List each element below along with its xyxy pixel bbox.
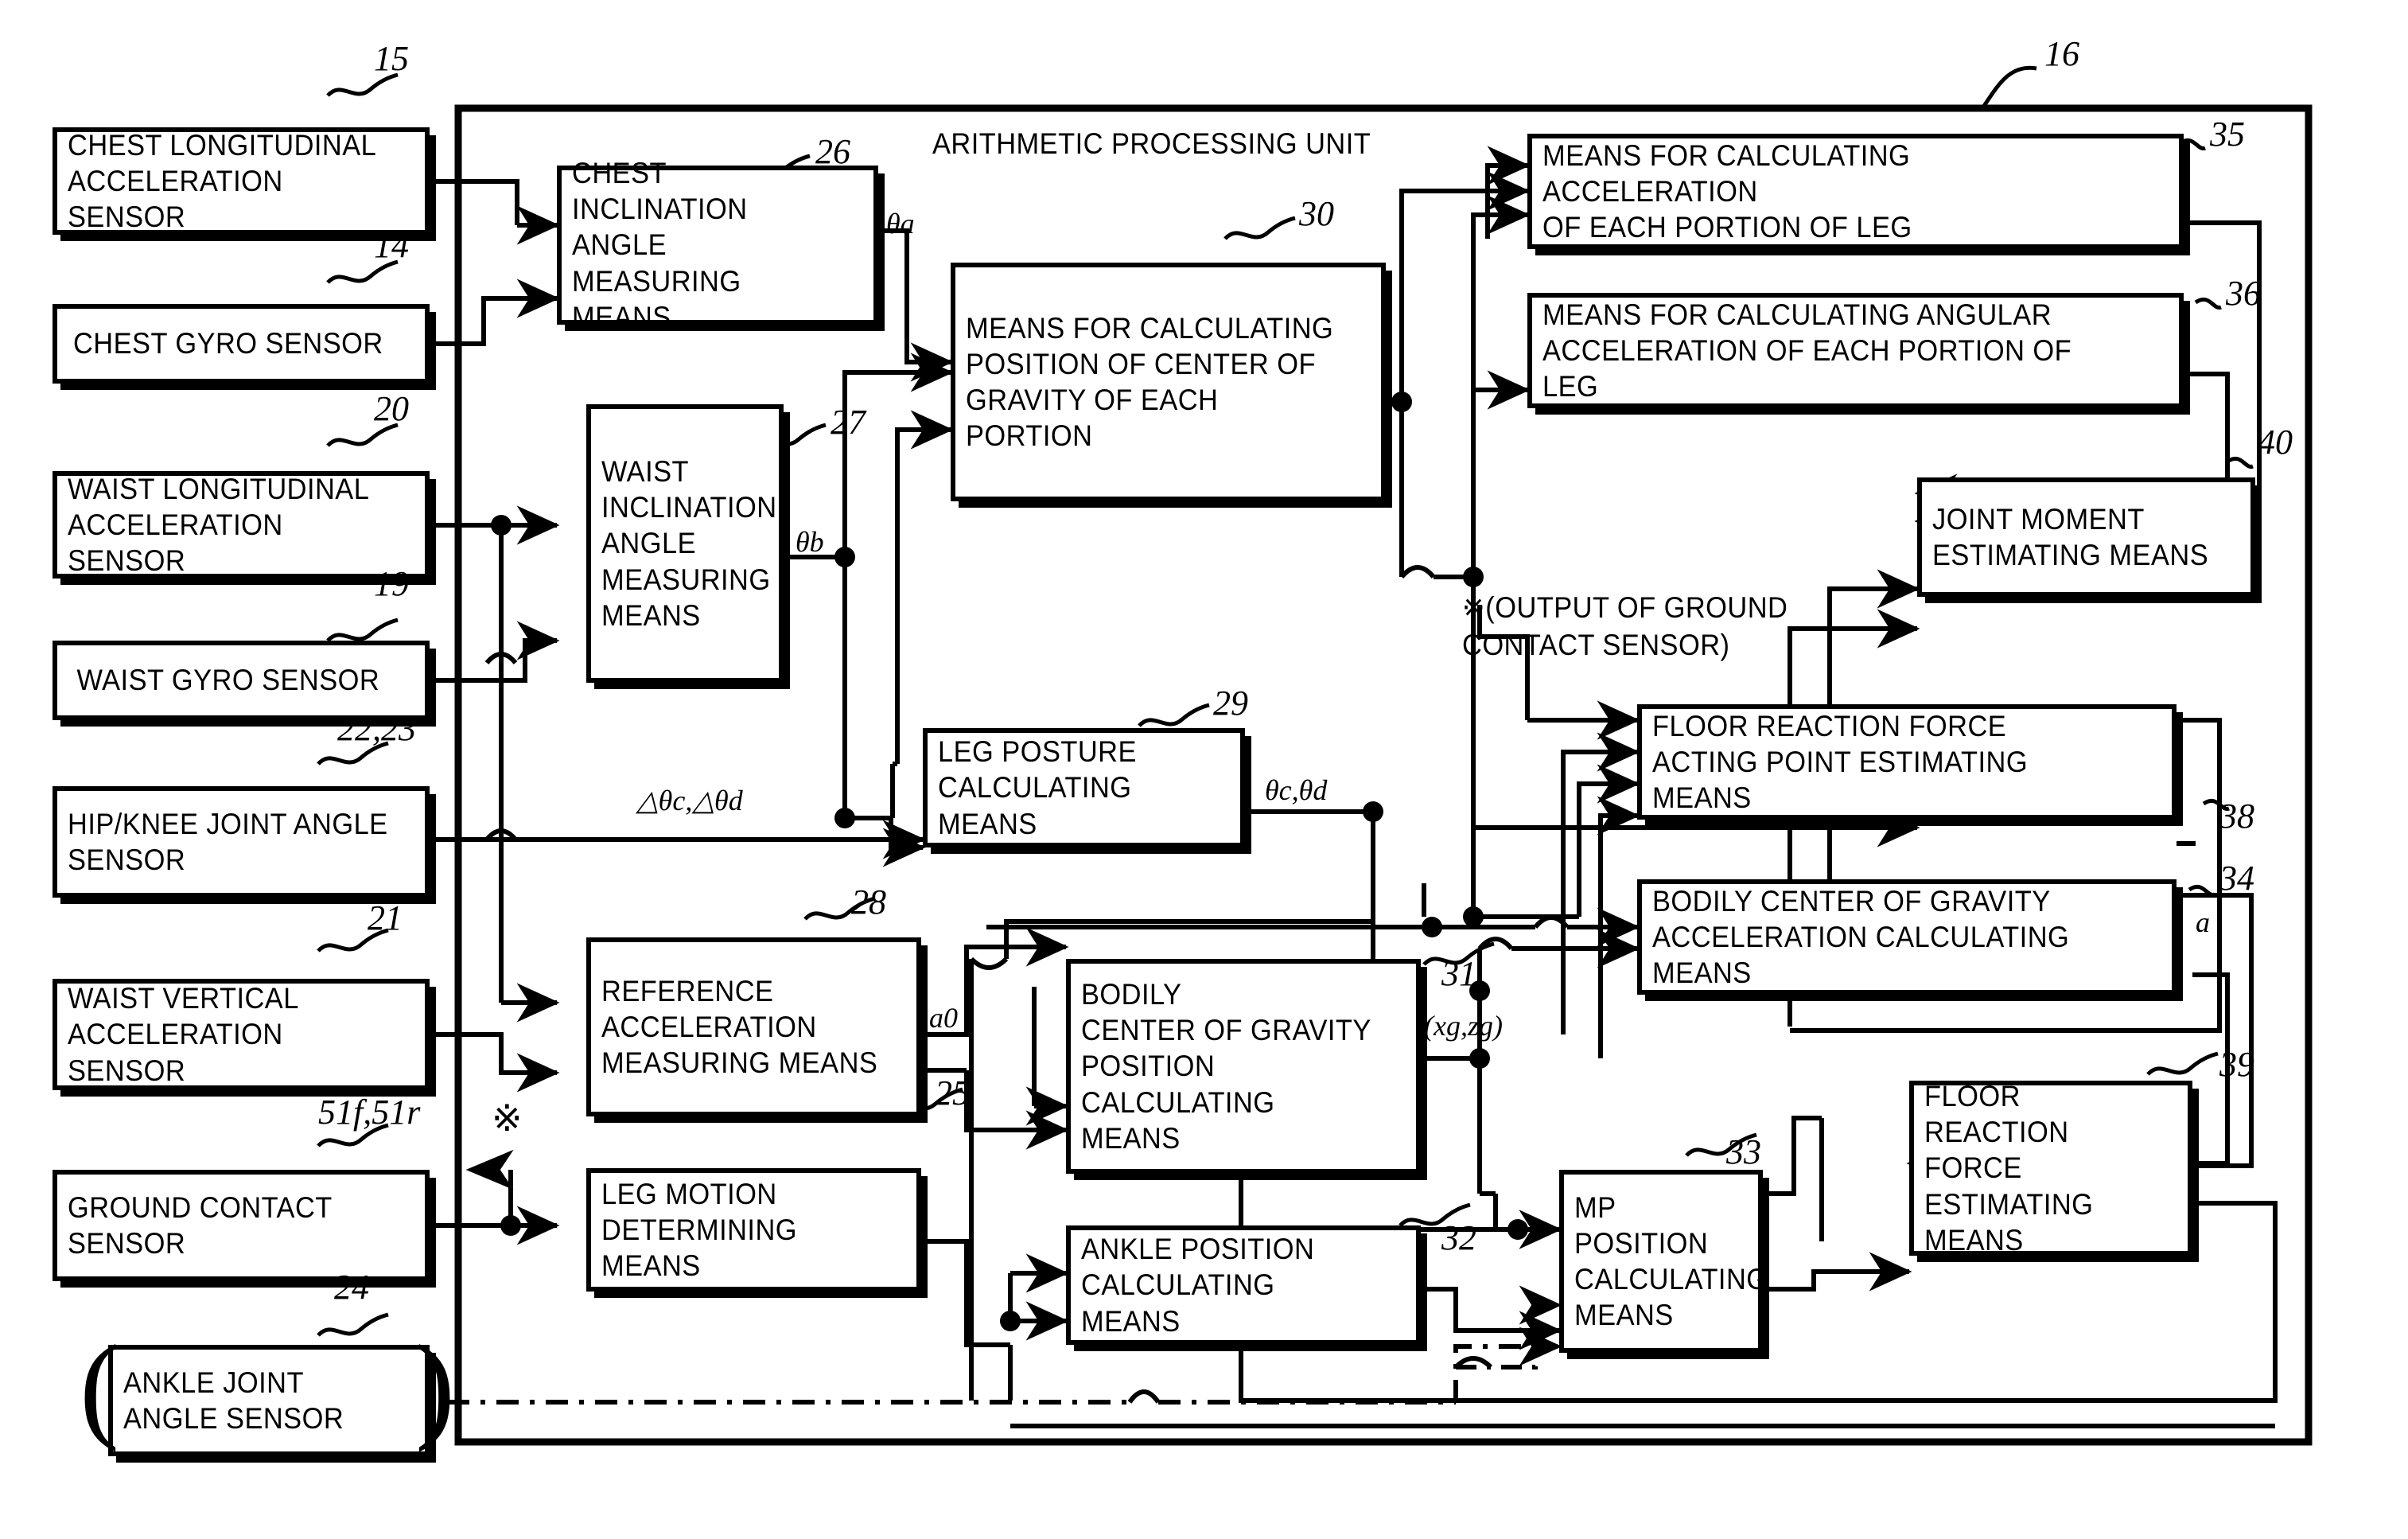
signal-xg-zg: (xg,zg) (1424, 1010, 1503, 1042)
asterisk-reference-icon: ※ (492, 1097, 523, 1140)
ground-contact-sensor-note: ※(OUTPUT OF GROUND CONTACT SENSOR) (1462, 591, 1788, 662)
ref-27: 27 (831, 403, 866, 442)
ref-21: 21 (368, 898, 403, 937)
sensor-label: WAIST VERTICAL ACCELERATION SENSOR (68, 982, 299, 1087)
block-chest-inclination-angle-measuring-means[interactable]: CHEST INCLINATION ANGLE MEASURING MEANS (557, 157, 878, 333)
block-label: CHEST INCLINATION ANGLE MEASURING MEANS (572, 157, 748, 333)
block-waist-inclination-angle-measuring-means[interactable]: WAIST INCLINATION ANGLE MEASURING MEANS (586, 404, 784, 683)
ref-19: 19 (374, 564, 409, 603)
ref-24: 24 (334, 1268, 369, 1307)
block-label: WAIST INCLINATION ANGLE MEASURING MEANS (601, 455, 777, 632)
block-label: MEANS FOR CALCULATING ANGULAR ACCELERATI… (1542, 298, 2072, 403)
ref-32: 32 (1441, 1218, 1476, 1257)
ref-15: 15 (374, 39, 409, 78)
block-ankle-position-calculating-means[interactable]: ANKLE POSITION CALCULATING MEANS (1066, 1225, 1421, 1345)
signal-theta-a: θa (886, 208, 915, 240)
block-floor-reaction-force-acting-point-estimating-means[interactable]: FLOOR REACTION FORCE ACTING POINT ESTIMA… (1637, 704, 2177, 820)
block-mp-position-calculating-means[interactable]: MP POSITION CALCULATING MEANS (1559, 1170, 1768, 1353)
block-label: FLOOR REACTION FORCE ACTING POINT ESTIMA… (1652, 709, 2029, 815)
sensor-label: CHEST GYRO SENSOR (72, 327, 383, 360)
sensor-label: WAIST LONGITUDINAL ACCELERATION SENSOR (68, 472, 370, 578)
block-reference-acceleration-measuring-means[interactable]: REFERENCE ACCELERATION MEASURING MEANS (586, 937, 921, 1116)
signal-a0: a0 (929, 1002, 958, 1034)
ref-29: 29 (1213, 684, 1248, 723)
ref-35: 35 (2210, 115, 2245, 154)
signal-delta-theta-c-d: △θc,△θd (636, 785, 743, 816)
block-label: LEG MOTION DETERMINING MEANS (601, 1177, 798, 1283)
ref-31: 31 (1441, 954, 1476, 993)
ref-20: 20 (374, 389, 409, 428)
ref-33: 33 (1726, 1132, 1761, 1171)
block-label: LEG POSTURE CALCULATING MEANS (938, 735, 1137, 840)
ref-38: 38 (2219, 797, 2254, 836)
ref-22-23: 22,23 (337, 709, 416, 748)
block-label: FLOOR REACTION FORCE ESTIMATING MEANS (1924, 1080, 2094, 1257)
block-label: BODILY CENTER OF GRAVITY ACCELERATION CA… (1652, 884, 2070, 990)
sensor-label: ANKLE JOINT ANGLE SENSOR (123, 1366, 344, 1435)
block-means-for-calculating-position-of-center-of-gravity-of-each-portion[interactable]: MEANS FOR CALCULATING POSITION OF CENTER… (951, 263, 1386, 501)
signal-theta-b: θb (796, 526, 824, 558)
sensor-ankle-joint-angle[interactable]: ANKLE JOINT ANGLE SENSOR (108, 1345, 430, 1456)
block-leg-posture-calculating-means[interactable]: LEG POSTURE CALCULATING MEANS (923, 728, 1245, 847)
ref-unit-16: 16 (2044, 34, 2079, 73)
ref-51f-51r: 51f,51r (318, 1093, 421, 1132)
block-label: MEANS FOR CALCULATING POSITION OF CENTER… (966, 311, 1334, 453)
right-paren-ankle: ) (415, 1321, 455, 1453)
ref-30: 30 (1299, 194, 1334, 233)
sensor-chest-longitudinal-acceleration[interactable]: CHEST LONGITUDINAL ACCELERATION SENSOR (53, 127, 430, 235)
block-leg-motion-determining-means[interactable]: LEG MOTION DETERMINING MEANS (586, 1168, 921, 1292)
signal-a: a (2196, 906, 2210, 938)
patent-block-diagram: ARITHMETIC PROCESSING UNIT 16 CHEST LONG… (0, 0, 2408, 1539)
ref-40: 40 (2258, 423, 2293, 462)
sensor-label: WAIST GYRO SENSOR (76, 664, 380, 697)
block-means-for-calculating-angular-acceleration-of-each-portion-of-leg[interactable]: MEANS FOR CALCULATING ANGULAR ACCELERATI… (1527, 293, 2184, 408)
sensor-label: HIP/KNEE JOINT ANGLE SENSOR (68, 807, 388, 876)
sensor-chest-gyro[interactable]: CHEST GYRO SENSOR (53, 304, 430, 384)
ref-26: 26 (815, 132, 850, 171)
left-paren-ankle: ( (80, 1321, 119, 1453)
block-label: ANKLE POSITION CALCULATING MEANS (1081, 1233, 1315, 1338)
sensor-label: GROUND CONTACT SENSOR (68, 1190, 333, 1260)
block-bodily-center-of-gravity-position-calculating-means[interactable]: BODILY CENTER OF GRAVITY POSITION CALCUL… (1066, 959, 1421, 1174)
block-bodily-center-of-gravity-acceleration-calculating-means[interactable]: BODILY CENTER OF GRAVITY ACCELERATION CA… (1637, 879, 2177, 995)
block-label: MEANS FOR CALCULATING ACCELERATION OF EA… (1542, 138, 1912, 244)
block-label: REFERENCE ACCELERATION MEASURING MEANS (601, 974, 878, 1080)
block-label: JOINT MOMENT ESTIMATING MEANS (1932, 502, 2209, 571)
block-label: BODILY CENTER OF GRAVITY POSITION CALCUL… (1081, 978, 1371, 1155)
block-floor-reaction-force-estimating-means[interactable]: FLOOR REACTION FORCE ESTIMATING MEANS (1909, 1080, 2192, 1257)
sensor-ground-contact[interactable]: GROUND CONTACT SENSOR (53, 1170, 430, 1281)
ref-39: 39 (2219, 1045, 2254, 1084)
page-title: ARITHMETIC PROCESSING UNIT (932, 127, 1371, 160)
block-label: MP POSITION CALCULATING MEANS (1574, 1190, 1768, 1332)
ref-25: 25 (935, 1073, 970, 1112)
ref-14: 14 (374, 226, 409, 265)
sensor-label: CHEST LONGITUDINAL ACCELERATION SENSOR (68, 128, 377, 234)
block-means-for-calculating-acceleration-of-each-portion-of-leg[interactable]: MEANS FOR CALCULATING ACCELERATION OF EA… (1527, 134, 2184, 249)
sensor-hip-knee-joint-angle[interactable]: HIP/KNEE JOINT ANGLE SENSOR (53, 786, 430, 898)
ref-34: 34 (2219, 859, 2254, 898)
sensor-waist-longitudinal-acceleration[interactable]: WAIST LONGITUDINAL ACCELERATION SENSOR (53, 471, 430, 579)
ref-28: 28 (851, 882, 886, 921)
sensor-waist-vertical-acceleration[interactable]: WAIST VERTICAL ACCELERATION SENSOR (53, 979, 430, 1090)
ref-36: 36 (2226, 274, 2261, 313)
signal-theta-c-d: θc,θd (1265, 774, 1328, 806)
block-joint-moment-estimating-means[interactable]: JOINT MOMENT ESTIMATING MEANS (1917, 477, 2255, 597)
